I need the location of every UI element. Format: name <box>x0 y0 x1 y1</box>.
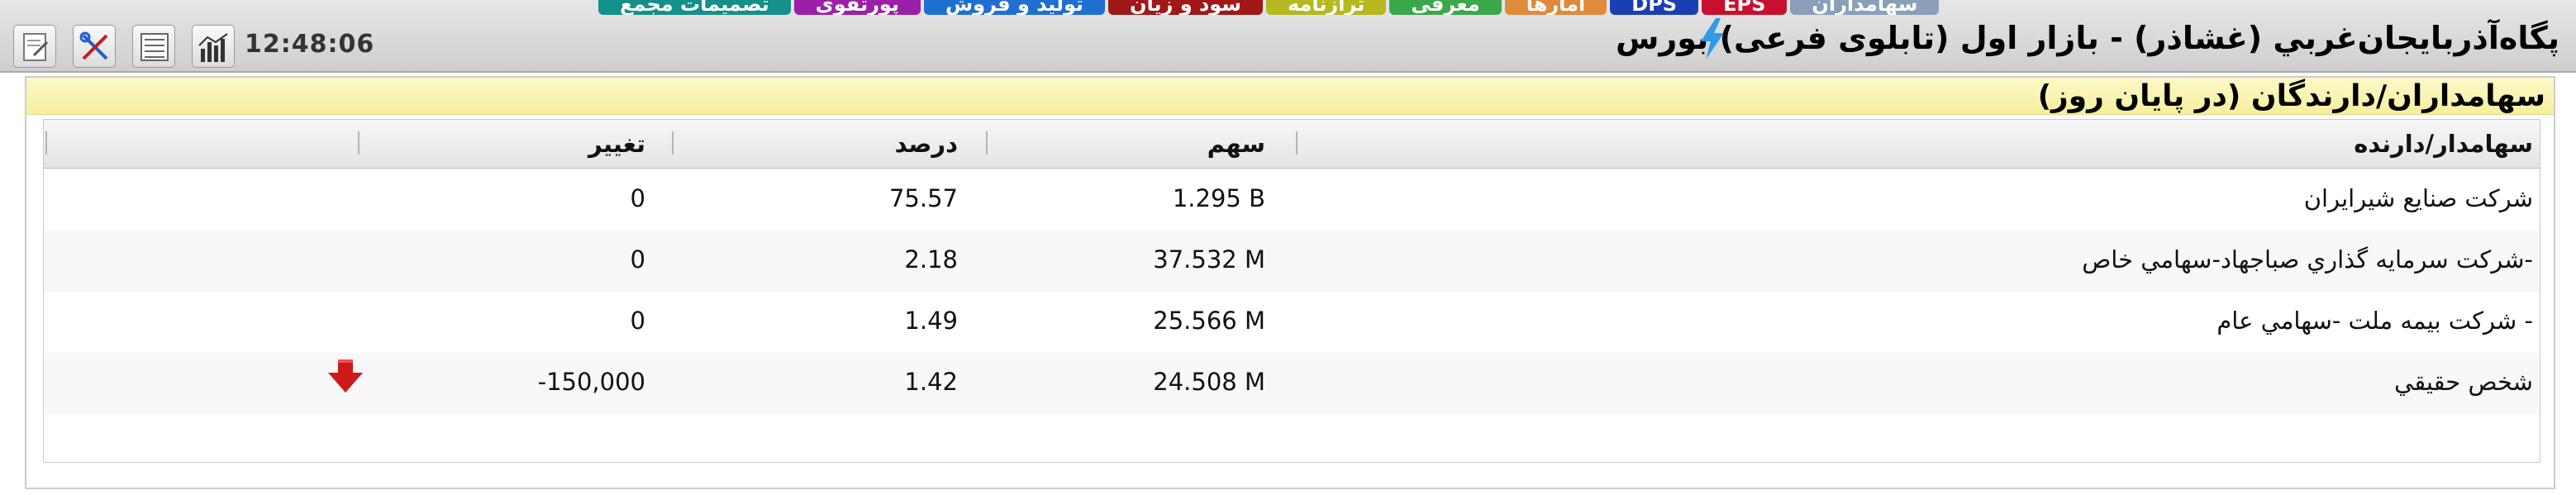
cell-change: -150,000 <box>537 368 645 396</box>
tab-portfolio[interactable]: پورتفوی <box>793 0 921 15</box>
tab-dps[interactable]: DPS <box>1610 0 1699 15</box>
chart-tool-button[interactable] <box>192 25 235 68</box>
table-row[interactable]: شخص حقيقي 24.508 M 1.42 -150,000 <box>44 353 2540 414</box>
tools-icon <box>79 31 108 60</box>
cell-shares: 24.508 M <box>1153 368 1265 396</box>
cell-holder: شركت سرمايه گذاري صباجهاد-سهامي خاص- <box>2082 245 2533 274</box>
tab-shareholders[interactable]: سهامداران <box>1790 0 1940 15</box>
list-tool-button[interactable] <box>132 25 175 68</box>
top-toolbar: سهامداران EPS DPS آمارها معرفی ترازنامه … <box>0 0 2576 73</box>
column-resize-handle[interactable] <box>986 131 988 155</box>
table-row[interactable]: شركت بيمه ملت -سهامي عام - 25.566 M 1.49… <box>44 292 2540 353</box>
lightning-icon[interactable] <box>1696 18 1729 59</box>
cell-holder: شخص حقيقي <box>2394 368 2533 396</box>
cell-shares: 1.295 B <box>1172 184 1265 212</box>
notes-button[interactable] <box>13 25 56 68</box>
column-resize-handle[interactable] <box>358 131 359 155</box>
shareholders-table: سهامدار/دارنده سهم درصد تغییر شركت صنايع… <box>43 119 2540 463</box>
table-row[interactable]: شركت سرمايه گذاري صباجهاد-سهامي خاص- 37.… <box>44 231 2540 292</box>
tab-profit-loss[interactable]: سود و زیان <box>1108 0 1263 15</box>
table-header: سهامدار/دارنده سهم درصد تغییر <box>44 120 2540 169</box>
column-header-change[interactable]: تغییر <box>588 130 645 158</box>
tab-assembly-decisions[interactable]: تصمیمات مجمع <box>598 0 791 15</box>
column-header-holder[interactable]: سهامدار/دارنده <box>2354 130 2533 158</box>
bar-chart-icon <box>198 33 228 62</box>
column-header-percent[interactable]: درصد <box>895 130 958 158</box>
tab-production-sales[interactable]: تولید و فروش <box>923 0 1106 15</box>
column-resize-handle[interactable] <box>45 131 47 155</box>
column-resize-handle[interactable] <box>1296 131 1298 155</box>
cell-percent: 1.49 <box>904 307 958 335</box>
column-header-shares[interactable]: سهم <box>1207 130 1265 158</box>
cell-percent: 1.42 <box>904 368 958 396</box>
cell-shares: 37.532 M <box>1153 245 1265 274</box>
page-title: پگاه‌آذربایجان‌غربي (غشاذر) - بازار اول … <box>1615 20 2559 56</box>
tab-intro[interactable]: معرفی <box>1389 0 1502 15</box>
list-icon <box>140 33 169 61</box>
tab-stats[interactable]: آمارها <box>1504 0 1607 15</box>
cell-change: 0 <box>630 184 645 212</box>
cell-change: 0 <box>630 245 645 274</box>
tab-eps[interactable]: EPS <box>1702 0 1788 15</box>
column-resize-handle[interactable] <box>672 131 674 155</box>
shareholders-panel: سهامداران/دارندگان (در پایان روز) سهامدا… <box>25 76 2555 489</box>
tab-balance-sheet[interactable]: ترازنامه <box>1265 0 1387 15</box>
cell-percent: 75.57 <box>888 184 958 212</box>
cell-holder: شركت بيمه ملت -سهامي عام - <box>2217 307 2533 335</box>
cell-holder: شركت صنايع شيرايران <box>2303 184 2533 212</box>
table-row[interactable]: شركت صنايع شيرايران 1.295 B 75.57 0 <box>44 169 2540 231</box>
tab-strip: سهامداران EPS DPS آمارها معرفی ترازنامه … <box>595 0 1940 15</box>
down-arrow-icon <box>328 359 363 393</box>
edit-note-icon <box>23 33 49 61</box>
cell-percent: 2.18 <box>904 245 958 274</box>
cell-change: 0 <box>630 307 645 335</box>
cell-shares: 25.566 M <box>1153 307 1265 335</box>
panel-title: سهامداران/دارندگان (در پایان روز) <box>2037 79 2545 113</box>
panel-header: سهامداران/دارندگان (در پایان روز) <box>26 78 2554 115</box>
tools-button[interactable] <box>73 25 116 68</box>
clock-time: 12:48:06 <box>245 30 375 59</box>
